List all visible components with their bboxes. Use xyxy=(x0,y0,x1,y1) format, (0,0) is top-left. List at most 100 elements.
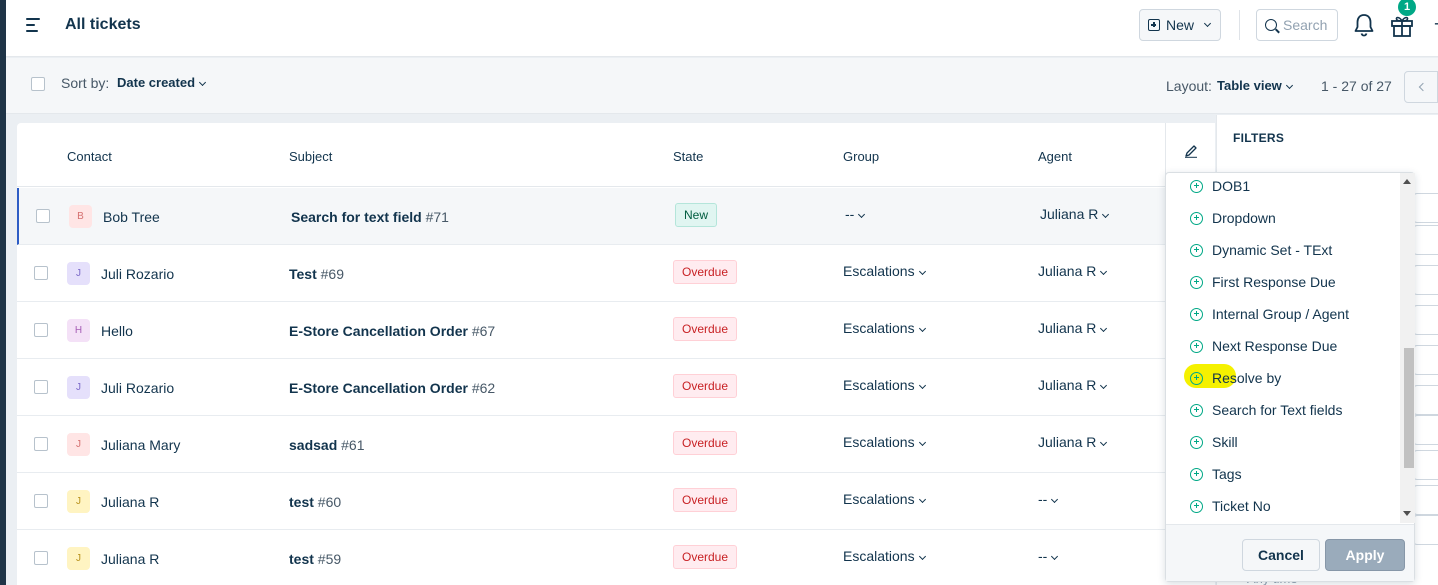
dropdown-field-option[interactable]: Internal Group / Agent xyxy=(1190,298,1390,330)
select-all-checkbox[interactable] xyxy=(31,77,45,91)
row-checkbox[interactable] xyxy=(34,323,48,337)
ticket-subject[interactable]: test #60 xyxy=(289,494,341,510)
sort-value: Date created xyxy=(117,75,196,90)
group-dropdown[interactable]: Escalations xyxy=(843,548,926,564)
ticket-subject[interactable]: Search for text field #71 xyxy=(291,209,449,225)
group-dropdown[interactable]: Escalations xyxy=(843,320,926,336)
dropdown-scrollbar-thumb[interactable] xyxy=(1404,348,1414,468)
sort-dropdown[interactable]: Date created xyxy=(117,75,207,90)
column-header-group[interactable]: Group xyxy=(843,149,879,164)
cancel-button[interactable]: Cancel xyxy=(1242,539,1320,571)
contact-name[interactable]: Juliana R xyxy=(101,551,159,567)
search-button[interactable]: Search xyxy=(1256,9,1338,41)
dropdown-option-label: Dynamic Set - TExt xyxy=(1212,242,1333,258)
row-checkbox[interactable] xyxy=(34,380,48,394)
group-dropdown[interactable]: -- xyxy=(845,206,866,222)
contact-name[interactable]: Juliana Mary xyxy=(101,437,180,453)
scroll-down-arrow-icon[interactable] xyxy=(1403,511,1411,516)
row-checkbox[interactable] xyxy=(36,209,50,223)
agent-dropdown[interactable]: Juliana R xyxy=(1038,263,1108,279)
notification-bell-icon[interactable] xyxy=(1353,13,1375,37)
ticket-subject[interactable]: E-Store Cancellation Order #67 xyxy=(289,323,495,339)
row-checkbox[interactable] xyxy=(34,494,48,508)
table-row[interactable]: H Hello E-Store Cancellation Order #67 Over… xyxy=(17,302,1215,359)
dropdown-option-label: Dropdown xyxy=(1212,210,1276,226)
add-circle-icon xyxy=(1190,339,1203,353)
hamburger-menu-icon[interactable] xyxy=(26,18,40,32)
agent-value: Juliana R xyxy=(1038,434,1097,450)
apply-button[interactable]: Apply xyxy=(1325,539,1405,571)
header-overflow-icon[interactable]: + xyxy=(1434,14,1438,35)
filter-field[interactable] xyxy=(1413,345,1438,375)
agent-dropdown[interactable]: Juliana R xyxy=(1038,377,1108,393)
agent-dropdown[interactable]: Juliana R xyxy=(1038,320,1108,336)
agent-dropdown[interactable]: Juliana R xyxy=(1040,206,1110,222)
dropdown-field-option[interactable]: Resolve by xyxy=(1190,362,1390,394)
filter-field[interactable] xyxy=(1413,485,1438,515)
row-checkbox[interactable] xyxy=(34,437,48,451)
filter-field[interactable] xyxy=(1413,450,1438,480)
filter-field[interactable] xyxy=(1413,265,1438,295)
filter-field[interactable] xyxy=(1413,385,1438,415)
filter-field[interactable] xyxy=(1413,305,1438,335)
scroll-up-arrow-icon[interactable] xyxy=(1403,179,1411,184)
chevron-down-icon xyxy=(1051,495,1059,504)
agent-dropdown[interactable]: -- xyxy=(1038,491,1059,507)
table-row[interactable]: J Juli Rozario E-Store Cancellation Order … xyxy=(17,359,1215,416)
prev-page-button[interactable] xyxy=(1404,71,1438,103)
table-row[interactable]: J Juli Rozario Test #69 Overdue Escalations J… xyxy=(17,245,1215,302)
table-row[interactable]: B Bob Tree Search for text field #71 New -- J… xyxy=(17,188,1215,245)
dropdown-field-option[interactable]: First Response Due xyxy=(1190,266,1390,298)
ticket-subject[interactable]: E-Store Cancellation Order #62 xyxy=(289,380,495,396)
new-button[interactable]: New xyxy=(1139,9,1221,41)
agent-dropdown[interactable]: Juliana R xyxy=(1038,434,1108,450)
row-checkbox[interactable] xyxy=(34,266,48,280)
table-row[interactable]: J Juliana Mary sadsad #61 Overdue Escalation… xyxy=(17,416,1215,473)
status-badge: Overdue xyxy=(673,488,738,512)
filter-field[interactable] xyxy=(1413,415,1438,445)
dropdown-field-option[interactable]: Next Response Due xyxy=(1190,330,1390,362)
filter-field[interactable] xyxy=(1413,193,1438,223)
contact-name[interactable]: Juliana R xyxy=(101,494,159,510)
column-header-contact[interactable]: Contact xyxy=(67,149,112,164)
column-header-state[interactable]: State xyxy=(673,149,703,164)
row-checkbox[interactable] xyxy=(34,551,48,565)
group-dropdown[interactable]: Escalations xyxy=(843,491,926,507)
chevron-down-icon xyxy=(1100,267,1108,276)
filters-title: FILTERS xyxy=(1233,131,1285,145)
dropdown-field-option[interactable]: Dynamic Set - TExt xyxy=(1190,234,1390,266)
contact-name[interactable]: Juli Rozario xyxy=(101,266,174,282)
contact-name[interactable]: Juli Rozario xyxy=(101,380,174,396)
table-header: Contact Subject State Group Agent xyxy=(17,123,1215,187)
contact-name[interactable]: Hello xyxy=(101,323,133,339)
dropdown-field-option[interactable]: DOB1 xyxy=(1190,170,1390,202)
dropdown-field-option[interactable]: Dropdown xyxy=(1190,202,1390,234)
contact-name[interactable]: Bob Tree xyxy=(103,209,160,225)
agent-value: Juliana R xyxy=(1040,206,1099,222)
dropdown-field-option[interactable]: Ticket No xyxy=(1190,490,1390,522)
group-dropdown[interactable]: Escalations xyxy=(843,434,926,450)
group-dropdown[interactable]: Escalations xyxy=(843,263,926,279)
group-value: Escalations xyxy=(843,263,915,279)
column-header-subject[interactable]: Subject xyxy=(289,149,332,164)
dropdown-field-option[interactable]: Tags xyxy=(1190,458,1390,490)
ticket-subject[interactable]: test #59 xyxy=(289,551,341,567)
dropdown-field-option[interactable]: Search for Text fields xyxy=(1190,394,1390,426)
agent-dropdown[interactable]: -- xyxy=(1038,548,1059,564)
dropdown-field-option[interactable]: Skill xyxy=(1190,426,1390,458)
filter-field[interactable] xyxy=(1413,225,1438,255)
group-dropdown[interactable]: Escalations xyxy=(843,377,926,393)
layout-label: Layout: xyxy=(1166,78,1212,94)
chevron-down-icon xyxy=(1102,210,1110,219)
plus-square-icon xyxy=(1148,19,1160,31)
ticket-subject[interactable]: Test #69 xyxy=(289,266,344,282)
ticket-subject[interactable]: sadsad #61 xyxy=(289,437,365,453)
filter-field[interactable] xyxy=(1413,515,1438,545)
table-row[interactable]: J Juliana R test #60 Overdue Escalations -- xyxy=(17,473,1215,530)
layout-dropdown[interactable]: Table view xyxy=(1217,78,1293,93)
table-row[interactable]: J Juliana R test #59 Overdue Escalations -- xyxy=(17,530,1215,585)
gift-icon[interactable] xyxy=(1390,12,1414,38)
avatar: J xyxy=(67,490,90,513)
agent-value: Juliana R xyxy=(1038,377,1097,393)
column-header-agent[interactable]: Agent xyxy=(1038,149,1072,164)
